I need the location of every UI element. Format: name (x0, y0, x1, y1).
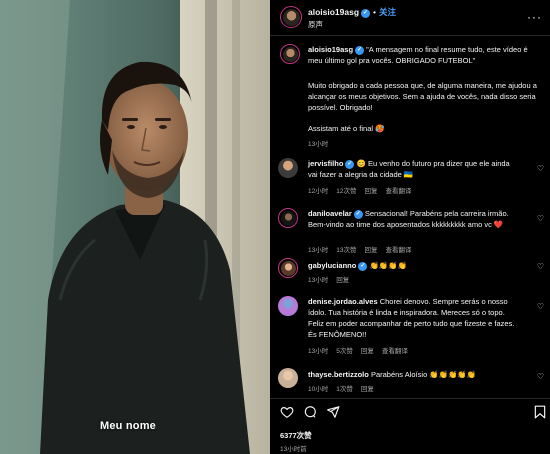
share-send-icon[interactable] (326, 405, 340, 419)
comment-time: 12小时 (308, 188, 329, 195)
verified-badge-icon: ✓ (361, 9, 371, 18)
comment-body: thayse.bertizzolo Parabéns Aloísio 👏👏👏👏👏 (308, 369, 520, 380)
more-horizontal-icon[interactable]: ··· (527, 10, 542, 24)
comment-username[interactable]: thayse.bertizzolo (308, 370, 369, 379)
separator-dot: • (373, 7, 377, 17)
video-frame-image (0, 0, 270, 454)
comment-like-heart-icon[interactable]: ♡ (537, 302, 544, 311)
verified-badge-icon: ✓ (345, 160, 355, 169)
reply-button[interactable]: 回复 (336, 277, 349, 284)
comment-likes[interactable]: 5次赞 (336, 348, 353, 355)
comment-bubble-icon[interactable] (303, 405, 317, 419)
comment-meta: 13小时 5次赞 回复 查看翻译 (308, 345, 416, 355)
caption-line-3: Muito obrigado a cada pessoa que, de alg… (308, 81, 537, 112)
bookmark-icon[interactable] (534, 405, 546, 419)
comment-like-heart-icon[interactable]: ♡ (537, 164, 544, 173)
video-player[interactable]: Meu nome (0, 0, 270, 454)
commenter-avatar[interactable] (278, 296, 298, 316)
like-count[interactable]: 6377次赞 (280, 430, 312, 441)
comment-username[interactable]: gabylucianno (308, 261, 356, 270)
translate-button[interactable]: 查看翻译 (385, 188, 411, 195)
author-username[interactable]: aloisio19asg (308, 7, 359, 17)
comment-item: gabylucianno ✓ 👏👏👏👏 13小时 回复 ♡ (270, 256, 550, 286)
comment-meta: 13小时 13次赞 回复 查看翻译 (308, 244, 419, 254)
comment-text: Parabéns Aloísio 👏👏👏👏👏 (370, 370, 477, 379)
like-heart-icon[interactable] (280, 405, 294, 419)
verified-badge-icon: ✓ (353, 210, 363, 219)
comment-body: jervisfilho ✓ 😊 Eu venho do futuro pra di… (308, 158, 520, 180)
caption-username[interactable]: aloisio19asg (308, 45, 353, 54)
audio-label[interactable]: 原声 (308, 19, 323, 30)
comment-meta: 12小时 12次赞 回复 查看翻译 (308, 185, 419, 195)
post-header: aloisio19asg ✓ • 关注 原声 ··· (270, 0, 550, 36)
comment-item: daniloavelar ✓ Sensacional! Parabéns pela… (270, 206, 550, 254)
comment-item: jervisfilho ✓ 😊 Eu venho do futuro pra di… (270, 156, 550, 200)
caption-line-5: Assistam até o final 🥵 (308, 124, 385, 133)
verified-badge-icon: ✓ (358, 262, 368, 271)
comment-time: 13小时 (308, 247, 329, 254)
comment-likes[interactable]: 1次赞 (336, 386, 353, 393)
translate-button[interactable]: 查看翻译 (385, 247, 411, 254)
caption-author-avatar[interactable] (280, 44, 300, 64)
translate-button[interactable]: 查看翻译 (382, 348, 408, 355)
commenter-avatar[interactable] (278, 368, 298, 388)
comment-like-heart-icon[interactable]: ♡ (537, 262, 544, 271)
post-actions (270, 398, 550, 428)
comment-body: denise.jordao.alves Chorei denovo. Sempr… (308, 296, 520, 340)
comment-meta: 13小时 回复 (308, 274, 357, 284)
comment-time: 13小时 (308, 277, 329, 284)
comment-username[interactable]: denise.jordao.alves (308, 297, 378, 306)
post-caption: aloisio19asg ✓ "A mensagem no final resum… (270, 40, 550, 150)
commenter-avatar[interactable] (278, 208, 298, 228)
reply-button[interactable]: 回复 (361, 348, 374, 355)
author-avatar[interactable] (280, 6, 302, 28)
reply-button[interactable]: 回复 (364, 247, 377, 254)
comment-meta: 10小时 1次赞 回复 (308, 383, 382, 393)
commenter-avatar[interactable] (278, 258, 298, 278)
header-user-row: aloisio19asg ✓ • 关注 (308, 6, 396, 18)
comment-time: 13小时 (308, 348, 329, 355)
comment-username[interactable]: jervisfilho (308, 159, 343, 168)
comment-body: gabylucianno ✓ 👏👏👏👏 (308, 260, 520, 271)
comment-like-heart-icon[interactable]: ♡ (537, 372, 544, 381)
comment-likes[interactable]: 12次赞 (336, 188, 356, 195)
comment-item: denise.jordao.alves Chorei denovo. Sempr… (270, 294, 550, 356)
reply-button[interactable]: 回复 (361, 386, 374, 393)
reply-button[interactable]: 回复 (364, 188, 377, 195)
comment-likes[interactable]: 13次赞 (336, 247, 356, 254)
comment-text: 👏👏👏👏 (369, 261, 407, 270)
caption-time: 13小时 (308, 141, 329, 148)
verified-badge-icon: ✓ (355, 46, 365, 55)
comment-item: thayse.bertizzolo Parabéns Aloísio 👏👏👏👏👏… (270, 366, 550, 396)
video-caption: Meu nome (100, 420, 156, 432)
follow-button[interactable]: 关注 (379, 7, 396, 17)
post-panel: aloisio19asg ✓ • 关注 原声 ··· aloisio19asg ✓ "A… (270, 0, 550, 454)
comment-time: 10小时 (308, 386, 329, 393)
comment-like-heart-icon[interactable]: ♡ (537, 214, 544, 223)
caption-body: aloisio19asg ✓ "A mensagem no final resum… (308, 44, 540, 66)
post-time: 13小时前 (280, 446, 307, 453)
comment-body: daniloavelar ✓ Sensacional! Parabéns pela… (308, 208, 520, 230)
comment-username[interactable]: daniloavelar (308, 209, 352, 218)
commenter-avatar[interactable] (278, 158, 298, 178)
